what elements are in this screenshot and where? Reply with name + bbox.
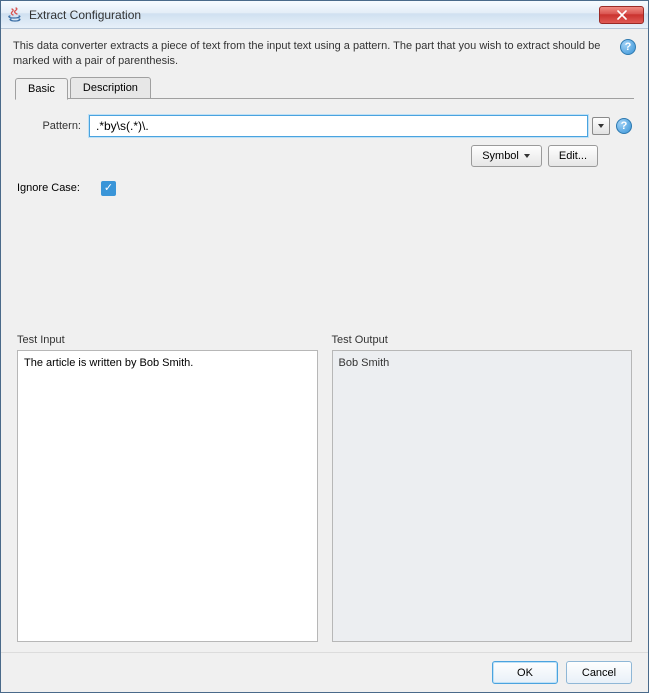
chevron-down-icon bbox=[523, 152, 531, 160]
tab-description[interactable]: Description bbox=[70, 77, 151, 99]
pattern-input[interactable] bbox=[89, 115, 588, 137]
title-bar: Extract Configuration bbox=[1, 1, 648, 29]
test-output-col: Test Output Bob Smith bbox=[332, 334, 633, 642]
test-output-box: Bob Smith bbox=[332, 350, 633, 642]
symbol-button-label: Symbol bbox=[482, 150, 519, 162]
symbol-button[interactable]: Symbol bbox=[471, 145, 542, 167]
pattern-input-wrap: ? bbox=[89, 115, 632, 137]
pattern-label: Pattern: bbox=[17, 120, 89, 132]
pattern-row: Pattern: ? bbox=[17, 115, 632, 137]
test-output-label: Test Output bbox=[332, 334, 633, 346]
test-area: Test Input Test Output Bob Smith bbox=[1, 334, 648, 652]
tab-panel-basic: Pattern: ? Symbol Edit... bbox=[1, 99, 648, 204]
tab-basic[interactable]: Basic bbox=[15, 78, 68, 100]
edit-button[interactable]: Edit... bbox=[548, 145, 598, 167]
edit-button-label: Edit... bbox=[559, 150, 587, 162]
pattern-help-icon[interactable]: ? bbox=[616, 118, 632, 134]
test-input-col: Test Input bbox=[17, 334, 318, 642]
window-title: Extract Configuration bbox=[29, 8, 599, 22]
cancel-button[interactable]: Cancel bbox=[566, 661, 632, 684]
test-input-label: Test Input bbox=[17, 334, 318, 346]
test-input-textarea[interactable] bbox=[17, 350, 318, 642]
java-icon bbox=[7, 7, 23, 23]
dialog-body: This data converter extracts a piece of … bbox=[1, 29, 648, 692]
tab-strip: Basic Description bbox=[1, 75, 648, 99]
ignore-case-checkbox[interactable] bbox=[101, 181, 116, 196]
pattern-buttons-row: Symbol Edit... bbox=[17, 145, 632, 167]
extract-configuration-dialog: Extract Configuration This data converte… bbox=[0, 0, 649, 693]
ignore-case-row: Ignore Case: bbox=[17, 181, 632, 196]
description-text: This data converter extracts a piece of … bbox=[13, 39, 612, 69]
ignore-case-label: Ignore Case: bbox=[17, 182, 101, 194]
ok-button[interactable]: OK bbox=[492, 661, 558, 684]
help-icon[interactable]: ? bbox=[620, 39, 636, 55]
pattern-dropdown-button[interactable] bbox=[592, 117, 610, 135]
description-row: This data converter extracts a piece of … bbox=[1, 29, 648, 75]
bottom-button-bar: OK Cancel bbox=[1, 652, 648, 692]
close-button[interactable] bbox=[599, 6, 644, 24]
